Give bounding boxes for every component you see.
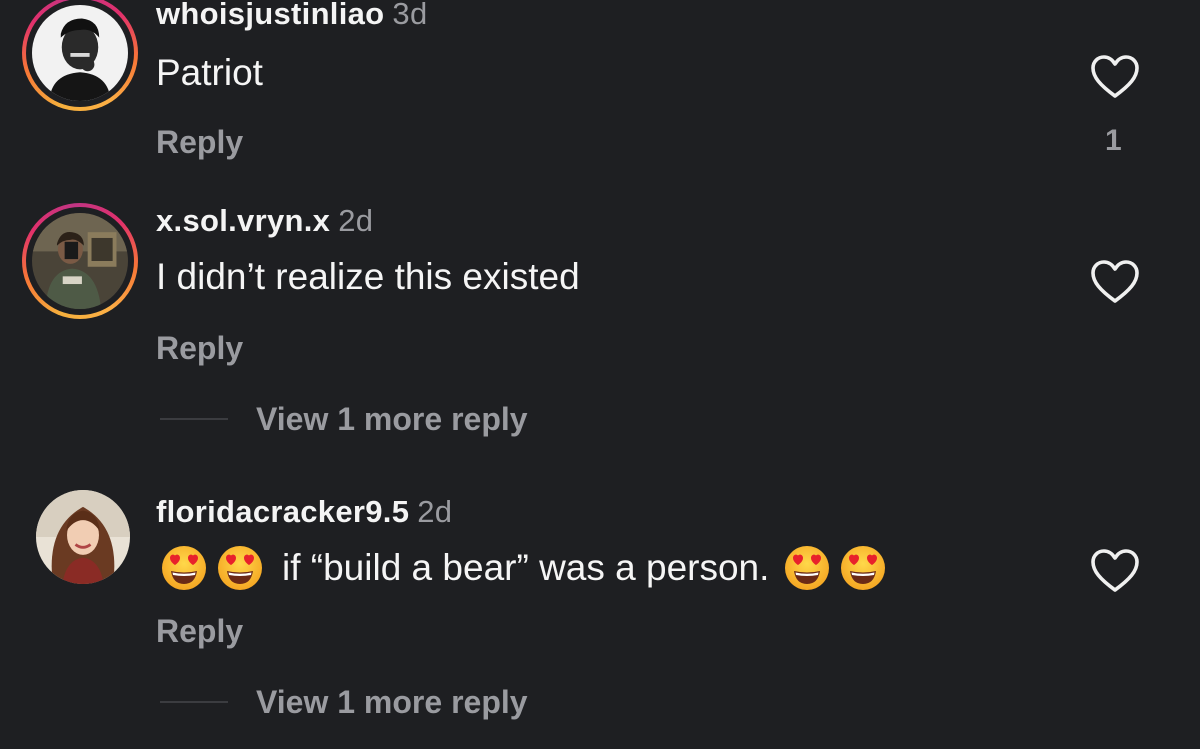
avatar-story-ring[interactable] [22,203,138,319]
comment-text: Patriot [156,52,263,94]
heart-icon[interactable] [1090,54,1140,100]
comment-text-body: Patriot [156,52,263,93]
comment-time: 3d [392,0,428,31]
divider-line [160,418,228,420]
comment-time: 2d [417,494,453,529]
divider-line [160,701,228,703]
comment-text-body: I didn’t realize this existed [156,256,580,297]
view-more-replies-button[interactable]: View 1 more reply [160,399,528,439]
username-text[interactable]: whoisjustinliao [156,0,384,31]
heart-eyes-emoji-icon [783,544,831,592]
view-more-label[interactable]: View 1 more reply [256,684,528,721]
comment-username[interactable]: floridacracker9.5 2d [156,494,452,530]
heart-icon[interactable] [1090,548,1140,594]
comment-text: if “build a bear” was a person. [156,544,895,592]
view-more-label[interactable]: View 1 more reply [256,401,528,438]
comments-list: whoisjustinliao 3d Patriot Reply 1 x.sol… [0,0,1200,749]
heart-eyes-emoji-icon [216,544,264,592]
reply-button[interactable]: Reply [156,613,243,650]
comment-text-body: if “build a bear” was a person. [282,547,770,588]
avatar-mirror-selfie-icon [32,213,128,309]
avatar-story-ring[interactable] [22,0,138,111]
view-more-replies-button[interactable]: View 1 more reply [160,682,528,722]
heart-icon[interactable] [1090,259,1140,305]
comment-username[interactable]: whoisjustinliao 3d [156,0,428,32]
avatar-man-dark-bg-icon [32,5,128,101]
comment-time: 2d [338,203,374,238]
like-count[interactable]: 1 [1105,124,1122,158]
heart-eyes-emoji-icon [839,544,887,592]
username-text[interactable]: floridacracker9.5 [156,494,409,529]
avatar-woman-curly-hair-icon [36,490,130,584]
username-text[interactable]: x.sol.vryn.x [156,203,330,238]
heart-eyes-emoji-icon [160,544,208,592]
avatar[interactable] [36,490,130,584]
reply-button[interactable]: Reply [156,330,243,367]
comment-text: I didn’t realize this existed [156,256,580,298]
comment-username[interactable]: x.sol.vryn.x 2d [156,203,373,239]
reply-button[interactable]: Reply [156,124,243,161]
